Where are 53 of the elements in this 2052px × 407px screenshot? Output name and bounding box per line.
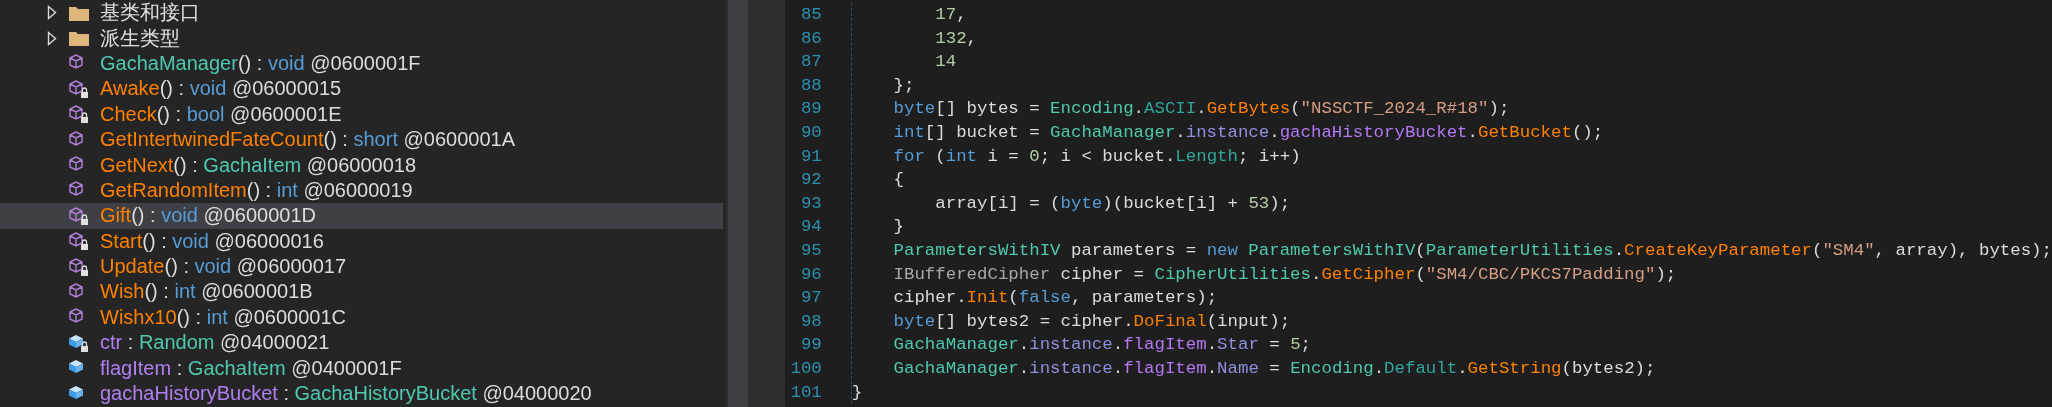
tree-item[interactable]: GetIntertwinedFateCount() : short @0600001A	[0, 126, 723, 153]
folder-icon	[68, 29, 90, 48]
tree-item[interactable]: Wishx10() : int @0600001C	[0, 304, 723, 331]
line-number: 90	[799, 121, 822, 144]
code-line: array[i] = (byte)(bucket[i] + 53);	[934, 192, 1292, 215]
code-line: byte[] bytes = Encoding.ASCII.GetBytes("NSSCTF_2024_R#18");	[892, 98, 1511, 121]
line-number: 96	[799, 263, 822, 286]
line-number: 93	[799, 192, 822, 215]
tree-item[interactable]: 基类和接口	[0, 0, 723, 26]
tree-item[interactable]: Start() : void @06000016	[0, 228, 723, 254]
code-line: for (int i = 0; i < bucket.Length; i++)	[892, 145, 1302, 168]
line-number: 101	[789, 381, 822, 404]
tree-item[interactable]: GetRandomItem() : int @06000019	[0, 177, 723, 204]
tree-item[interactable]: Awake() : void @06000015	[0, 76, 723, 102]
code-line: 17,	[934, 4, 968, 26]
expand-arrow-icon[interactable]	[47, 5, 58, 21]
tree-item[interactable]: Wish() : int @0600001B	[0, 279, 723, 305]
line-number: 88	[799, 74, 822, 97]
code-line: 132,	[934, 27, 979, 50]
tree-item[interactable]: GetNext() : GachaItem @06000018	[0, 152, 723, 178]
tree-item[interactable]: Update() : void @06000017	[0, 253, 723, 280]
code-line: }	[851, 381, 864, 404]
line-number: 92	[799, 169, 822, 192]
code-line: byte[] bytes2 = cipher.DoFinal(input);	[892, 310, 1292, 333]
tree-item[interactable]: 派生类型	[0, 25, 723, 51]
code-line: 14	[934, 51, 958, 74]
tree-item[interactable]: GachaManager() : void @0600001F	[0, 50, 723, 77]
line-number: 98	[799, 310, 822, 333]
tree-item[interactable]: gachaHistoryBucket : GachaHistoryBucket @04000020	[0, 380, 723, 407]
line-number: 85	[799, 4, 822, 26]
line-number: 87	[799, 51, 822, 74]
code-line: int[] bucket = GachaManager.instance.gachaHistoryBucket.GetBucket();	[892, 121, 1605, 144]
line-number: 89	[799, 98, 822, 121]
line-number: 95	[799, 239, 822, 262]
line-number: 94	[799, 216, 822, 239]
tree-item[interactable]: ctr : Random @04000021	[0, 330, 723, 356]
line-number: 99	[799, 334, 822, 357]
line-number: 91	[799, 145, 822, 168]
code-line: ParametersWithIV parameters = new ParametersWithIV(ParameterUtilities.CreateKeyParameter("SM4", array), bytes);	[892, 239, 2052, 262]
line-number: 100	[789, 357, 822, 380]
tree-item[interactable]: Gift() : void @0600001D	[0, 203, 723, 229]
code-line: IBufferedCipher cipher = CipherUtilities.GetCipher("SM4/CBC/PKCS7Padding");	[892, 263, 1678, 286]
line-number: 97	[799, 287, 822, 310]
line-number: 86	[799, 27, 822, 50]
code-line: cipher.Init(false, parameters);	[892, 287, 1219, 310]
code-line: GachaManager.instance.flagItem.Star = 5;	[892, 334, 1312, 357]
tree-item[interactable]: Check() : bool @0600001E	[0, 101, 723, 127]
expand-arrow-icon[interactable]	[47, 30, 58, 46]
code-line: GachaManager.instance.flagItem.Name = Encoding.Default.GetString(bytes2);	[892, 357, 1657, 380]
tree-item[interactable]: flagItem : GachaItem @0400001F	[0, 355, 723, 381]
code-line: {	[892, 169, 905, 192]
code-line: }	[892, 216, 905, 239]
code-line: };	[892, 74, 916, 97]
